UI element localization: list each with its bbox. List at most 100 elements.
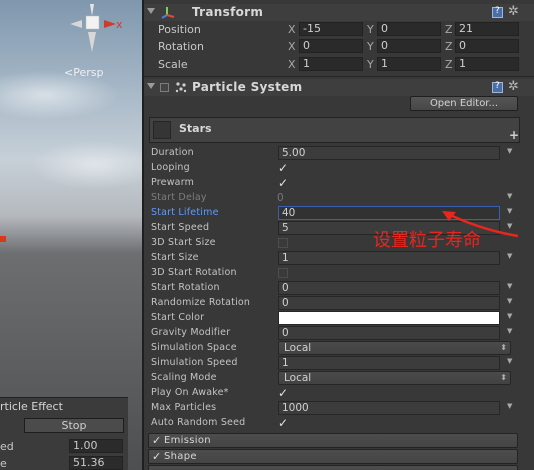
stop-button[interactable]: Stop [24, 418, 124, 433]
axis-z-label[interactable]: Z [445, 40, 453, 53]
simulation-space-dropdown[interactable]: Local ⬍ [278, 341, 511, 355]
module-shape[interactable]: ✓ Shape [148, 449, 518, 464]
start-size-field[interactable]: 1 [278, 251, 500, 265]
start-rotation-field[interactable]: 0 [278, 281, 500, 295]
module-enable-check[interactable]: ✓ [152, 434, 161, 447]
transform-position-row: Position X -15 Y 0 Z 21 [144, 22, 534, 38]
position-y-field[interactable]: 0 [377, 22, 441, 36]
scale-label: Scale [158, 58, 188, 71]
prewarm-checkbox[interactable]: ✓ [278, 177, 290, 189]
rotation-z-field[interactable]: 0 [455, 39, 519, 53]
simulation-space-label: Simulation Space [151, 342, 237, 353]
open-editor-button[interactable]: Open Editor... [410, 96, 518, 111]
transform-header[interactable]: Transform ✲ [144, 4, 534, 21]
transform-fold-arrow-icon[interactable] [147, 8, 155, 14]
axis-y-label[interactable]: Y [367, 23, 374, 36]
position-z-field[interactable]: 21 [455, 22, 519, 36]
gizmo-x-left-cone[interactable] [70, 20, 82, 28]
add-system-plus-icon[interactable]: + [509, 128, 519, 142]
help-book-icon[interactable] [492, 6, 503, 18]
3d-start-rotation-label: 3D Start Rotation [151, 267, 237, 278]
curve-mode-dropdown-icon[interactable]: ▼ [507, 297, 512, 305]
start-delay-field[interactable]: 0 [277, 192, 284, 204]
gizmo-center-cube[interactable] [85, 15, 100, 30]
axis-x-label[interactable]: X [288, 40, 296, 53]
particle-effect-title: rticle Effect [0, 400, 63, 413]
row-gravity-modifier: Gravity Modifier 0 ▼ [144, 326, 534, 341]
auto-random-seed-label: Auto Random Seed [151, 417, 246, 428]
curve-mode-dropdown-icon[interactable]: ▼ [507, 192, 512, 200]
rotation-y-field[interactable]: 0 [377, 39, 441, 53]
transform-axes-icon [161, 7, 175, 19]
axis-y-label[interactable]: Y [367, 40, 374, 53]
play-on-awake-checkbox[interactable]: ✓ [278, 387, 290, 399]
randomize-rotation-field[interactable]: 0 [278, 296, 500, 310]
axis-z-label[interactable]: Z [445, 23, 453, 36]
gravity-modifier-field[interactable]: 0 [278, 326, 500, 340]
gizmo-x-right-cone[interactable] [104, 20, 116, 28]
play-on-awake-label: Play On Awake* [151, 387, 229, 398]
gear-icon[interactable]: ✲ [508, 79, 519, 94]
module-next[interactable] [148, 465, 518, 470]
looping-label: Looping [151, 162, 190, 173]
playback-time-field[interactable]: 51.36 [69, 456, 123, 470]
particle-system-name-bar[interactable]: Stars + [149, 117, 520, 143]
start-color-swatch[interactable] [278, 311, 500, 325]
row-prewarm: Prewarm ✓ [144, 176, 534, 191]
rotation-x-field[interactable]: 0 [299, 39, 363, 53]
prewarm-label: Prewarm [151, 177, 195, 188]
scale-z-field[interactable]: 1 [455, 57, 519, 71]
component-divider [144, 76, 534, 77]
particle-fold-arrow-icon[interactable] [147, 83, 155, 89]
curve-mode-dropdown-icon[interactable]: ▼ [507, 402, 512, 410]
looping-checkbox[interactable]: ✓ [278, 162, 290, 174]
module-emission-label: Emission [164, 435, 211, 446]
effect-row-label: ed [0, 440, 14, 453]
scaling-mode-label: Scaling Mode [151, 372, 217, 383]
particle-system-name: Stars [179, 122, 212, 135]
axis-x-label[interactable]: X [288, 23, 296, 36]
start-speed-label: Start Speed [151, 222, 210, 233]
3d-start-rotation-checkbox[interactable] [278, 268, 288, 278]
module-shape-label: Shape [164, 451, 197, 462]
curve-mode-dropdown-icon[interactable]: ▼ [507, 312, 512, 320]
duration-field[interactable]: 5.00 [278, 146, 500, 160]
axis-z-label[interactable]: Z [445, 58, 453, 71]
position-x-field[interactable]: -15 [299, 22, 363, 36]
scaling-mode-dropdown[interactable]: Local ⬍ [278, 371, 511, 385]
scaling-mode-value: Local [284, 372, 312, 384]
gizmo-z-down-cone[interactable] [88, 32, 96, 52]
scene-view[interactable]: x <Persp rticle Effect Stop ed 1.00 e 51… [0, 0, 142, 470]
particle-system-enable-checkbox[interactable] [160, 83, 169, 92]
axis-x-label[interactable]: X [288, 58, 296, 71]
simulation-speed-label: Simulation Speed [151, 357, 238, 368]
particle-system-icon [175, 82, 187, 93]
scale-x-field[interactable]: 1 [299, 57, 363, 71]
curve-mode-dropdown-icon[interactable]: ▼ [507, 357, 512, 365]
row-start-size: Start Size 1 ▼ [144, 251, 534, 266]
3d-start-size-checkbox[interactable] [278, 238, 288, 248]
auto-random-seed-checkbox[interactable]: ✓ [278, 417, 290, 429]
perspective-label[interactable]: <Persp [64, 66, 103, 79]
row-start-color: Start Color ▼ [144, 311, 534, 326]
curve-mode-dropdown-icon[interactable]: ▼ [507, 282, 512, 290]
start-size-label: Start Size [151, 252, 199, 263]
annotation-text: 设置粒子寿命 [373, 230, 481, 251]
gear-icon[interactable]: ✲ [508, 4, 519, 19]
axis-y-label[interactable]: Y [367, 58, 374, 71]
curve-mode-dropdown-icon[interactable]: ▼ [507, 252, 512, 260]
module-enable-check[interactable]: ✓ [152, 450, 161, 463]
sky-cloud [30, 140, 142, 190]
curve-mode-dropdown-icon[interactable]: ▼ [507, 327, 512, 335]
help-book-icon[interactable] [492, 81, 503, 93]
simulation-speed-field[interactable]: 1 [278, 356, 500, 370]
gizmo-y-up-cone[interactable] [90, 4, 94, 16]
playback-speed-field[interactable]: 1.00 [69, 439, 123, 453]
scale-y-field[interactable]: 1 [377, 57, 441, 71]
curve-mode-dropdown-icon[interactable]: ▼ [507, 147, 512, 155]
start-lifetime-label: Start Lifetime [151, 207, 219, 218]
scene-orientation-gizmo-icon[interactable]: x [52, 2, 132, 62]
particle-system-header[interactable]: Particle System ✲ [144, 79, 534, 96]
max-particles-field[interactable]: 1000 [278, 401, 500, 415]
module-emission[interactable]: ✓ Emission [148, 433, 518, 448]
